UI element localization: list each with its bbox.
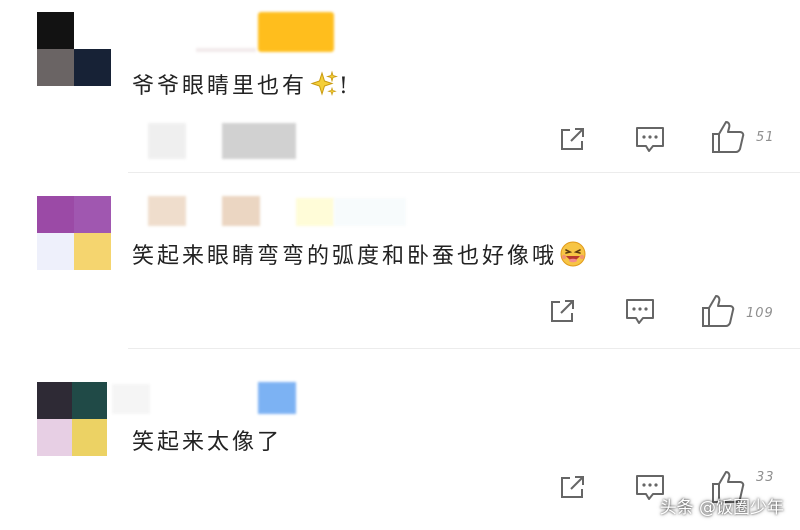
share-button[interactable] [556, 472, 590, 502]
watermark: 头条 @饭圈少年 [659, 498, 784, 518]
username-blurred [222, 196, 260, 226]
username-blurred[interactable] [196, 48, 256, 52]
avatar[interactable] [37, 382, 107, 456]
like-button[interactable] [698, 292, 738, 330]
comment-text: 笑起来太像了 [132, 430, 283, 455]
username-blurred[interactable] [148, 196, 186, 226]
avatar[interactable] [37, 196, 111, 270]
comment-button[interactable] [632, 124, 668, 156]
location-blurred [222, 123, 296, 159]
share-button[interactable] [546, 296, 580, 326]
sparkles-emoji-icon [309, 69, 339, 105]
share-button[interactable] [556, 124, 590, 154]
username-blurred [296, 198, 334, 226]
username-blurred [258, 382, 296, 414]
like-button[interactable] [708, 118, 748, 156]
like-count: 51 [756, 130, 775, 145]
like-count: 109 [746, 306, 774, 321]
username-highlight [258, 12, 334, 52]
username-blurred[interactable] [112, 384, 150, 414]
comment-item: 爷爷眼睛里也有 ! 51 [0, 0, 800, 172]
timestamp-blurred [148, 123, 186, 159]
laughing-emoji-icon [559, 240, 587, 274]
comment-button[interactable] [622, 296, 658, 328]
avatar[interactable] [37, 12, 111, 86]
username-blurred [334, 198, 406, 226]
like-count: 33 [756, 470, 775, 485]
comment-text: 爷爷眼睛里也有 ! [132, 68, 351, 105]
comment-item: 笑起来眼睛弯弯的弧度和卧蚕也好像哦 109 [0, 172, 800, 348]
comment-text: 笑起来眼睛弯弯的弧度和卧蚕也好像哦 [132, 238, 587, 274]
